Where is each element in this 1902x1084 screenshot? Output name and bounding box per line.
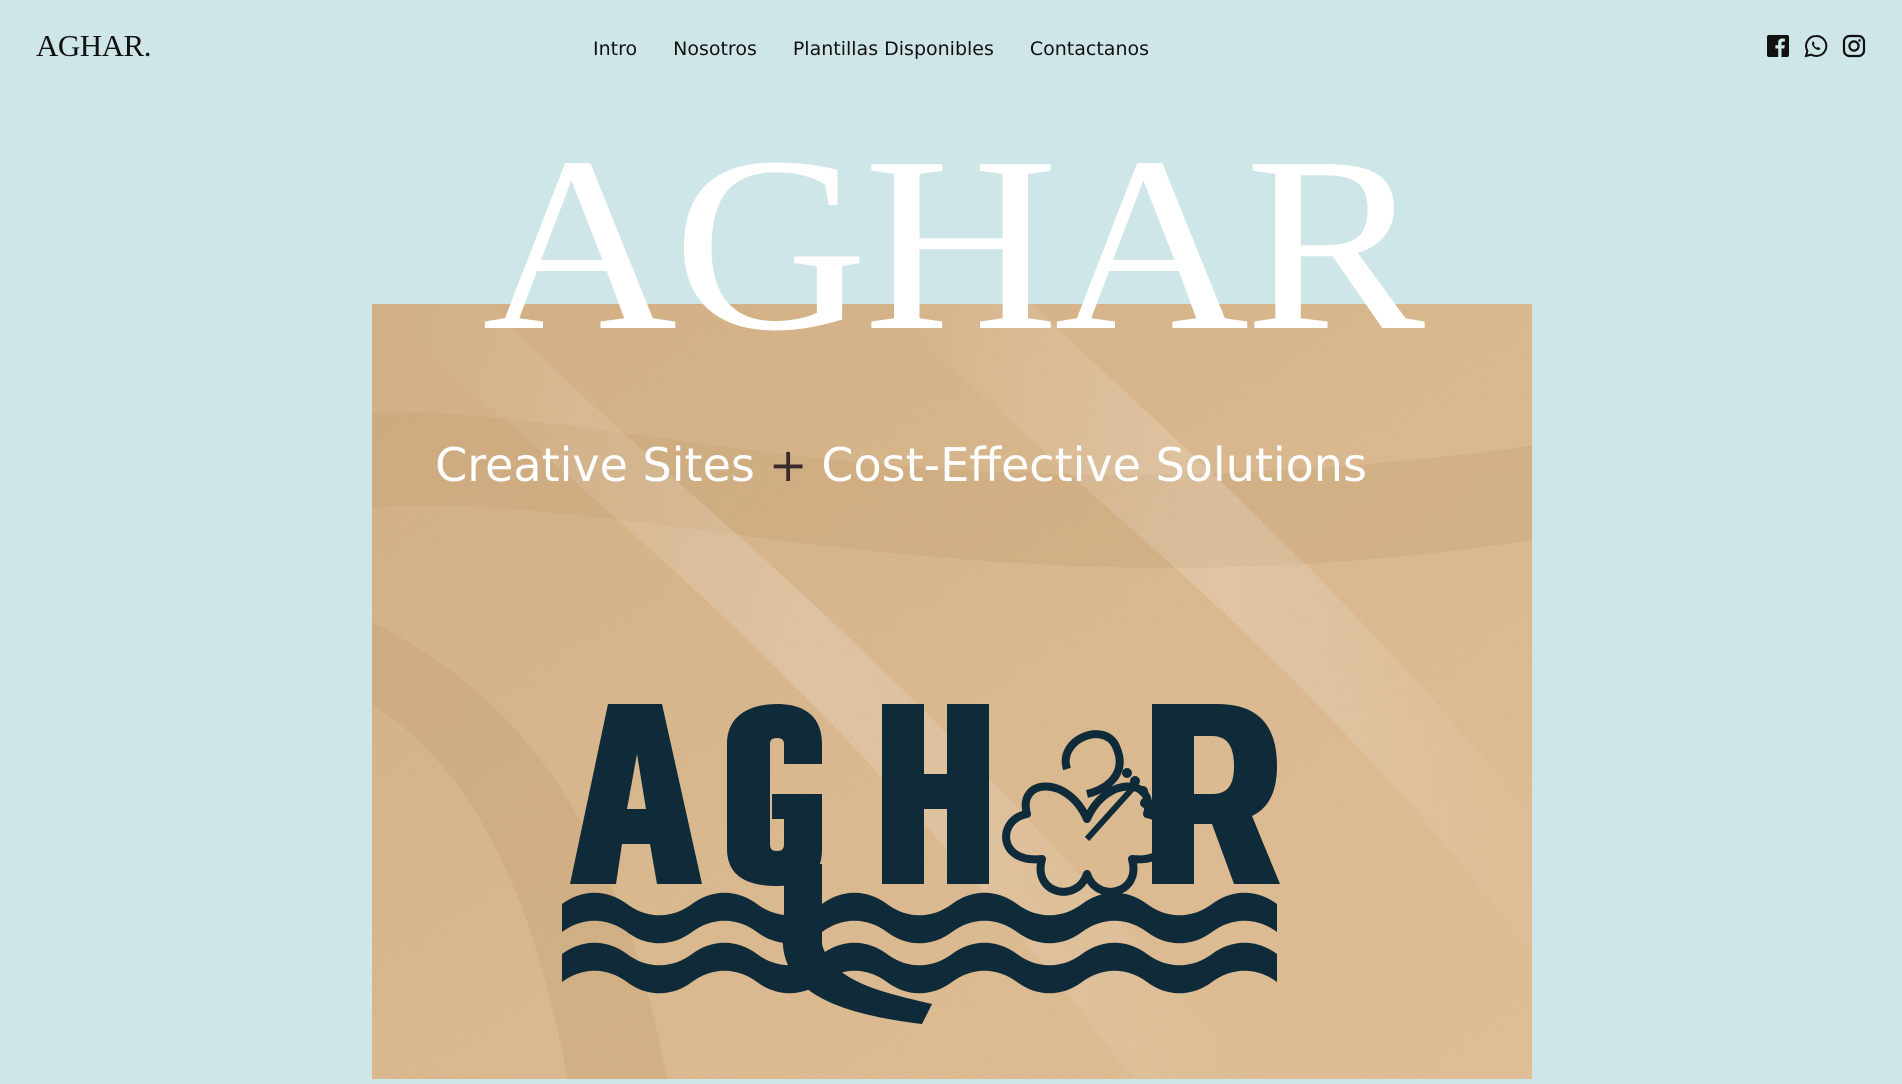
hibiscus-flower-icon [1002, 730, 1172, 896]
site-logo[interactable]: AGHAR. [36, 28, 151, 64]
nav-link-intro[interactable]: Intro [593, 38, 637, 60]
tagline-plus: + [768, 438, 808, 492]
nav-link-plantillas[interactable]: Plantillas Disponibles [793, 38, 994, 60]
tagline-left: Creative Sites [435, 438, 755, 492]
nav-link-nosotros[interactable]: Nosotros [673, 38, 757, 60]
facebook-icon[interactable] [1766, 34, 1790, 58]
hero-tagline: Creative Sites + Cost-Effective Solutions [0, 438, 1852, 492]
hero-title: AGHAR [481, 106, 1425, 383]
main-nav: Intro Nosotros Plantillas Disponibles Co… [0, 38, 1902, 60]
whatsapp-icon[interactable] [1804, 34, 1828, 58]
instagram-icon[interactable] [1842, 34, 1866, 58]
aghar-brand-logo [372, 304, 1532, 1079]
social-links [1766, 34, 1866, 58]
nav-link-contactanos[interactable]: Contactanos [1030, 38, 1149, 60]
tagline-right: Cost-Effective Solutions [821, 438, 1367, 492]
site-header: AGHAR. Intro Nosotros Plantillas Disponi… [0, 0, 1902, 100]
